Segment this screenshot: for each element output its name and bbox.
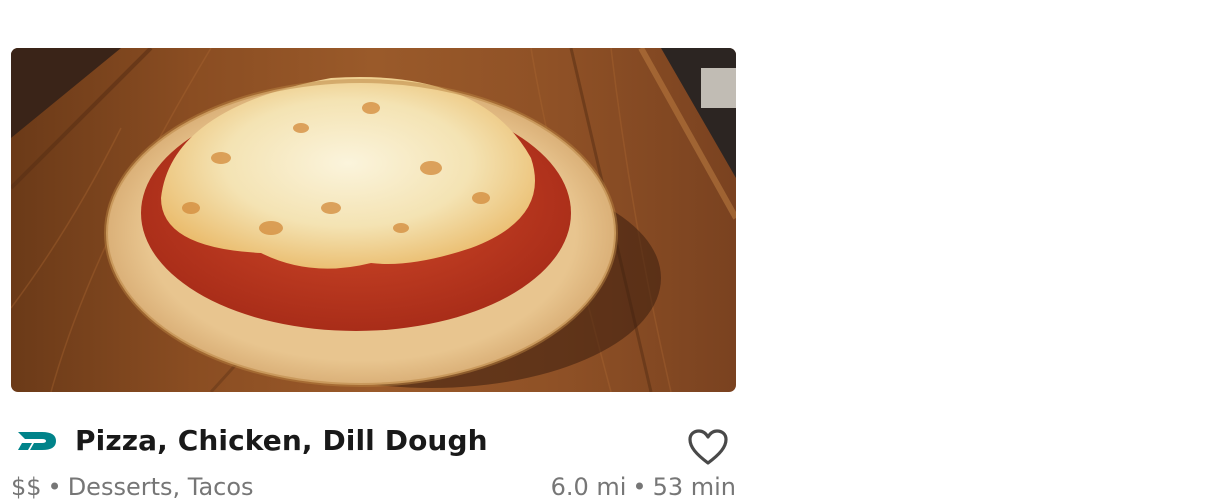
store-eta: 53 min <box>652 473 736 501</box>
store-meta-right: 6.0 mi • 53 min <box>551 472 736 502</box>
store-card[interactable]: Pizza, Chicken, Dill Dough $$ • Desserts, … <box>11 48 736 501</box>
store-hero-image[interactable] <box>11 48 736 392</box>
page: Pizza, Chicken, Dill Dough $$ • Desserts, … <box>0 0 1232 502</box>
store-meta-row: $$ • Desserts, Tacos 6.0 mi • 53 min <box>11 472 736 502</box>
store-categories: Desserts, Tacos <box>67 473 254 501</box>
store-name[interactable]: Pizza, Chicken, Dill Dough <box>75 424 488 458</box>
separator: • <box>47 473 62 501</box>
heart-outline-icon[interactable] <box>687 428 729 466</box>
price-range: $$ <box>11 473 42 501</box>
store-title-row: Pizza, Chicken, Dill Dough <box>11 424 736 458</box>
store-meta-left: $$ • Desserts, Tacos <box>11 472 254 502</box>
store-distance: 6.0 mi <box>550 473 627 501</box>
dashpass-icon <box>16 429 60 453</box>
separator: • <box>632 473 647 501</box>
pizza-photo <box>11 48 736 392</box>
